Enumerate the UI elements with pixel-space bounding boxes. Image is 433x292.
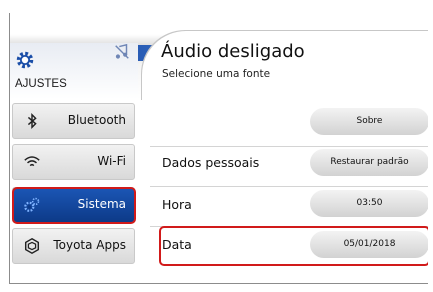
bluetooth-icon — [27, 112, 37, 130]
row-divider — [150, 186, 428, 187]
wifi-icon — [24, 156, 40, 167]
date-highlight-frame — [159, 226, 428, 266]
settings-section-label: AJUSTES — [15, 78, 67, 90]
toyota-apps-icon — [24, 237, 40, 255]
personal-data-label: Dados pessoais — [162, 155, 260, 170]
audio-off-icon — [115, 43, 129, 59]
sidebar-item-wifi[interactable]: Wi-Fi — [12, 144, 135, 180]
about-button[interactable]: Sobre — [310, 108, 428, 135]
gear-icon — [16, 51, 34, 69]
sistema-highlight-frame — [12, 187, 136, 224]
sidebar-item-label: Toyota Apps — [53, 238, 126, 252]
sidebar-item-bluetooth[interactable]: Bluetooth — [12, 103, 135, 139]
row-divider — [150, 146, 428, 147]
sidebar-item-label: Bluetooth — [67, 113, 126, 127]
page-subtitle: Selecione uma fonte — [162, 68, 271, 80]
settings-screen: AJUSTES Áudio desligado Selecione uma fo… — [9, 13, 428, 284]
time-label: Hora — [162, 197, 192, 212]
sidebar-item-label: Wi-Fi — [97, 154, 126, 168]
page-title: Áudio desligado — [161, 41, 305, 62]
time-button[interactable]: 03:50 — [310, 190, 428, 217]
restore-defaults-button[interactable]: Restaurar padrão — [310, 149, 428, 176]
sidebar-item-toyota-apps[interactable]: Toyota Apps — [12, 228, 135, 264]
